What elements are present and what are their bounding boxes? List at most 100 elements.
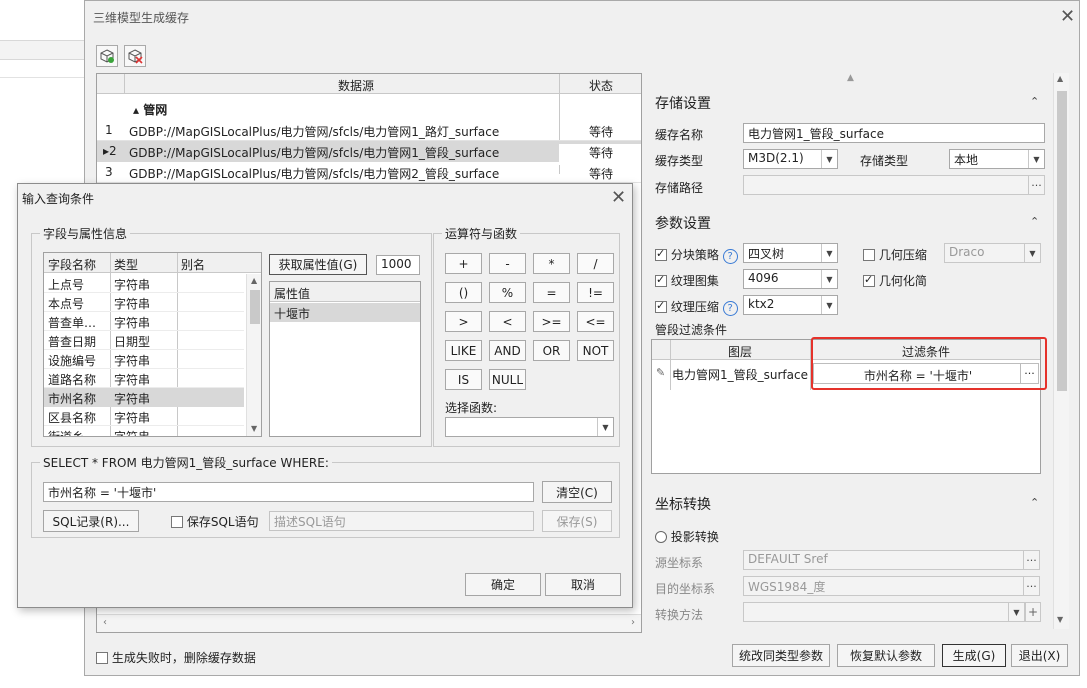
browse-icon: ··· (1028, 176, 1044, 194)
op-greater-equal-button[interactable]: >= (533, 311, 570, 332)
target-crs-input[interactable]: WGS1984_度 ··· (743, 576, 1040, 596)
texture-compress-select[interactable]: ktx2 ▼ (743, 295, 838, 315)
texture-atlas-select[interactable]: 4096 ▼ (743, 269, 838, 289)
save-sql-checkbox[interactable]: 保存SQL语句 (171, 513, 259, 530)
cache-type-select[interactable]: M3D(2.1) ▼ (743, 149, 838, 169)
clear-button[interactable]: 清空(C) (542, 481, 612, 503)
op-less-button[interactable]: < (489, 311, 526, 332)
storage-path-input[interactable]: ··· (743, 175, 1045, 195)
cache-name-input[interactable]: 电力管网1_管段_surface (743, 123, 1045, 143)
grid-horizontal-scrollbar[interactable]: ‹ › (97, 614, 641, 632)
collapse-storage-icon[interactable]: ⌃ (1030, 95, 1039, 108)
table-row[interactable]: 1 GDBP://MapGISLocalPlus/电力管网/sfcls/电力管网… (97, 120, 641, 141)
edit-pencil-icon: ✎ (656, 366, 666, 379)
op-parens-button[interactable]: () (445, 282, 482, 303)
generate-button[interactable]: 生成(G) (942, 644, 1006, 667)
op-like-button[interactable]: LIKE (445, 340, 482, 361)
checkbox-checked-icon (863, 273, 875, 287)
op-multiply-button[interactable]: * (533, 253, 570, 274)
sql-where-input[interactable]: 市州名称 = '十堰市' (43, 482, 534, 502)
add-data-button[interactable] (96, 45, 118, 67)
list-item[interactable]: 本点号 字符串 (44, 293, 244, 312)
settings-vertical-scrollbar[interactable]: ▲ ▼ (1053, 73, 1069, 629)
collapse-coord-icon[interactable]: ⌃ (1030, 496, 1039, 509)
list-item[interactable]: 区县名称 字符串 (44, 407, 244, 426)
sql-record-button[interactable]: SQL记录(R)... (43, 510, 139, 532)
op-greater-button[interactable]: > (445, 311, 482, 332)
sql-description-input[interactable]: 描述SQL语句 (269, 511, 534, 531)
max-count-input[interactable]: 1000 (376, 255, 420, 275)
list-item[interactable]: 设施编号 字符串 (44, 350, 244, 369)
op-plus-button[interactable]: + (445, 253, 482, 274)
remove-data-button[interactable] (124, 45, 146, 67)
op-or-button[interactable]: OR (533, 340, 570, 361)
get-values-button[interactable]: 获取属性值(G) (269, 254, 367, 275)
storage-type-select[interactable]: 本地 ▼ (949, 149, 1045, 169)
block-strategy-select[interactable]: 四叉树 ▼ (743, 243, 838, 263)
chevron-down-icon: ▼ (821, 296, 837, 314)
list-item[interactable]: 街道乡… 字符串 (44, 426, 244, 436)
help-icon: ? (722, 249, 738, 264)
op-is-button[interactable]: IS (445, 369, 482, 390)
cancel-button[interactable]: 取消 (545, 573, 621, 596)
op-not-equal-button[interactable]: != (577, 282, 614, 303)
geometry-simplify-checkbox[interactable]: 几何化简 (863, 272, 927, 289)
geometry-compress-checkbox[interactable]: 几何压缩 (863, 246, 927, 263)
function-select[interactable]: ▼ (445, 417, 614, 437)
op-divide-button[interactable]: / (577, 253, 614, 274)
storage-type-label: 存储类型 (860, 154, 909, 168)
scroll-up-indicator: ▲ (847, 73, 854, 83)
op-not-button[interactable]: NOT (577, 340, 614, 361)
fields-scrollbar[interactable]: ▲ ▼ (246, 274, 261, 436)
dialog-close-icon[interactable]: ✕ (611, 189, 626, 207)
ok-button[interactable]: 确定 (465, 573, 541, 596)
chevron-down-icon: ▼ (821, 244, 837, 262)
texture-atlas-checkbox[interactable]: 纹理图集 (655, 272, 719, 289)
transform-method-select[interactable]: ▼ (743, 602, 1025, 622)
table-row-selected[interactable]: ▸2 GDBP://MapGISLocalPlus/电力管网/sfcls/电力管… (97, 141, 641, 165)
source-crs-input[interactable]: DEFAULT Sref ··· (743, 550, 1040, 570)
operators-group: 运算符与函数 + - * / () % = != > < >= <= LIKE … (433, 225, 620, 447)
list-item[interactable]: 上点号 字符串 (44, 274, 244, 293)
op-less-equal-button[interactable]: <= (577, 311, 614, 332)
source-crs-label: 源坐标系 (655, 556, 704, 570)
fields-header-alias: 别名 (181, 258, 206, 272)
list-item[interactable]: 普查日期 日期型 (44, 331, 244, 350)
unify-params-button[interactable]: 统改同类型参数 (732, 644, 830, 667)
projection-radio[interactable]: 投影转换 (655, 528, 719, 545)
op-and-button[interactable]: AND (489, 340, 526, 361)
list-item-selected[interactable]: 市州名称 字符串 (44, 388, 244, 407)
target-crs-label: 目的坐标系 (655, 582, 716, 596)
op-minus-button[interactable]: - (489, 253, 526, 274)
geometry-compress-select[interactable]: Draco ▼ (944, 243, 1041, 263)
op-mod-button[interactable]: % (489, 282, 526, 303)
chevron-down-icon: ▼ (1028, 150, 1044, 168)
checkbox-checked-icon (655, 247, 667, 261)
close-icon[interactable]: ✕ (1060, 8, 1075, 26)
cache-type-label: 缓存类型 (655, 154, 704, 168)
fields-group: 字段与属性信息 字段名称 类型 别名 上点号 字符串 本点号 字符串 普查单… 字符串… (31, 225, 432, 447)
filter-conditions-title: 管段过滤条件 (655, 323, 728, 337)
function-label: 选择函数: (445, 401, 498, 415)
add-method-button[interactable]: + (1025, 602, 1041, 622)
restore-defaults-button[interactable]: 恢复默认参数 (837, 644, 935, 667)
group-row-pipenet[interactable]: ▴ 管网 (133, 101, 167, 118)
delete-on-fail-checkbox[interactable]: 生成失败时，删除缓存数据 (96, 649, 256, 666)
texture-compress-checkbox[interactable]: 纹理压缩 ? (655, 298, 738, 316)
op-equal-button[interactable]: = (533, 282, 570, 303)
op-null-button[interactable]: NULL (489, 369, 526, 390)
chevron-down-icon: ▼ (821, 150, 837, 168)
collapse-params-icon[interactable]: ⌃ (1030, 215, 1039, 228)
block-strategy-checkbox[interactable]: 分块策略 ? (655, 246, 738, 264)
browse-icon: ··· (1023, 577, 1039, 595)
fields-group-title: 字段与属性信息 (40, 225, 131, 242)
value-item[interactable]: 十堰市 (270, 303, 420, 322)
exit-button[interactable]: 退出(X) (1011, 644, 1068, 667)
list-item[interactable]: 道路名称 字符串 (44, 369, 244, 388)
save-sql-button[interactable]: 保存(S) (542, 510, 612, 532)
list-item[interactable]: 普查单… 字符串 (44, 312, 244, 331)
fields-header-type: 类型 (114, 258, 139, 272)
column-header-source: 数据源 (337, 79, 374, 93)
filter-column-layer: 图层 (727, 345, 752, 359)
table-row[interactable]: 3 GDBP://MapGISLocalPlus/电力管网/sfcls/电力管网… (97, 162, 641, 183)
